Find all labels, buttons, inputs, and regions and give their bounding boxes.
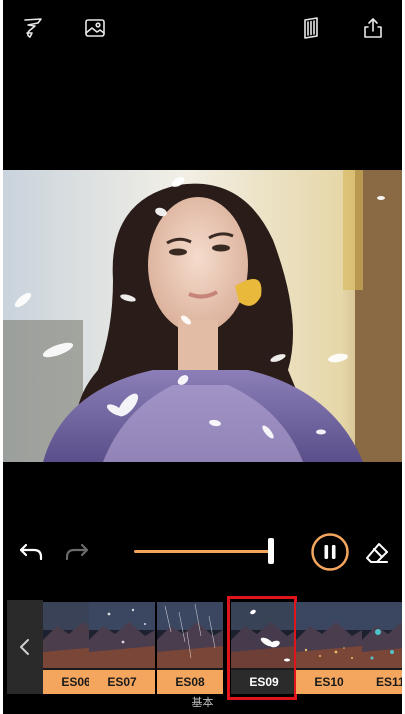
filter-thumbnail — [231, 602, 297, 668]
filter-label: ES07 — [89, 670, 155, 694]
pause-icon — [324, 545, 329, 559]
brush-icon[interactable] — [19, 14, 47, 42]
filter-thumbnail — [157, 602, 223, 668]
pause-ring — [311, 533, 349, 571]
filter-thumbnail — [362, 602, 402, 668]
filter-label: ES11 — [362, 670, 402, 694]
share-icon[interactable] — [359, 14, 387, 42]
redo-icon[interactable] — [63, 538, 91, 566]
filter-back-button[interactable] — [7, 600, 43, 694]
undo-icon[interactable] — [17, 538, 45, 566]
filter-item-es09[interactable]: ES09 — [231, 602, 297, 694]
book-icon[interactable] — [297, 14, 325, 42]
eraser-icon[interactable] — [363, 539, 391, 567]
filter-thumbnail — [89, 602, 155, 668]
chevron-left-icon — [20, 639, 29, 655]
filter-item-es10[interactable]: ES10 — [296, 602, 362, 694]
filter-category-label: 基本 — [191, 696, 214, 709]
gallery-icon[interactable] — [81, 14, 109, 42]
effect-editor-screen: ES06 ES07 ES08 ES09 ES10 ES11 基本 — [3, 0, 402, 714]
filter-item-es07[interactable]: ES07 — [89, 602, 155, 694]
pause-button[interactable] — [310, 532, 350, 572]
filter-strip: ES06 ES07 ES08 ES09 ES10 ES11 — [3, 596, 402, 700]
filter-label: ES08 — [157, 670, 223, 694]
filter-label: ES10 — [296, 670, 362, 694]
photo-preview[interactable] — [3, 170, 402, 462]
playback-progress-slider[interactable] — [134, 538, 274, 564]
filter-item-es11[interactable]: ES11 — [362, 602, 402, 694]
slider-thumb[interactable] — [268, 538, 274, 564]
filter-thumbnail — [296, 602, 362, 668]
filter-label: ES09 — [231, 670, 297, 694]
filter-item-es08[interactable]: ES08 — [157, 602, 223, 694]
slider-fill — [134, 550, 271, 553]
